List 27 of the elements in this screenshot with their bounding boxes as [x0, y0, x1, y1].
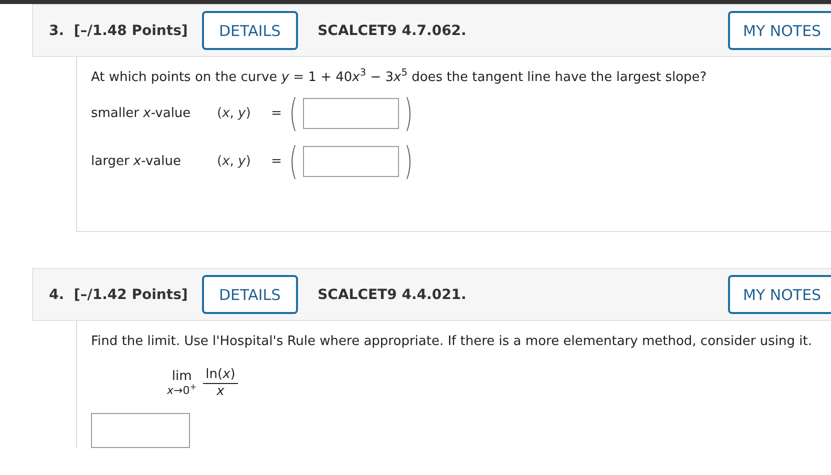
equals-sign: = [271, 154, 283, 168]
fraction-numerator: ln(x) [206, 367, 236, 382]
answer-field[interactable] [302, 98, 399, 128]
question-text: At which points on the curve y = 1 + 40x$^{3}$ − 3x$^{5}$ does the tangent line have the largest slope? [91, 70, 707, 85]
question-code: SCALCET9 4.4.021. [318, 286, 468, 302]
parenthesis: ) [404, 141, 413, 181]
question-code: SCALCET9 4.7.062. [318, 22, 468, 38]
parenthesis: ( [288, 141, 298, 181]
parenthesis: ) [404, 93, 413, 133]
answer-field[interactable] [302, 146, 399, 176]
coordinate-label: (x, y) [217, 154, 251, 168]
parenthesis: ( [288, 93, 298, 133]
my-notes-button[interactable]: MY NOTES [728, 275, 831, 314]
equals-sign: = [271, 106, 283, 120]
fraction-denominator: x [216, 384, 224, 399]
question-points: 4. [–/1.42 Points] [49, 286, 189, 302]
limit-operator: lim [172, 369, 192, 384]
answer-label: larger x-value [91, 154, 181, 168]
question-text: Find the limit. Use l'Hospital's Rule where appropriate. If there is a more elementary method, consider using it. [91, 334, 812, 349]
question-points: 3. [–/1.48 Points] [49, 22, 189, 38]
details-button[interactable]: DETAILS [202, 275, 298, 314]
limit-subscript: x→0$^{+}$ [167, 384, 197, 397]
details-button[interactable]: DETAILS [202, 11, 298, 50]
answer-field[interactable] [91, 413, 190, 448]
coordinate-label: (x, y) [217, 106, 251, 120]
my-notes-button[interactable]: MY NOTES [728, 11, 831, 50]
answer-label: smaller x-value [91, 106, 191, 120]
